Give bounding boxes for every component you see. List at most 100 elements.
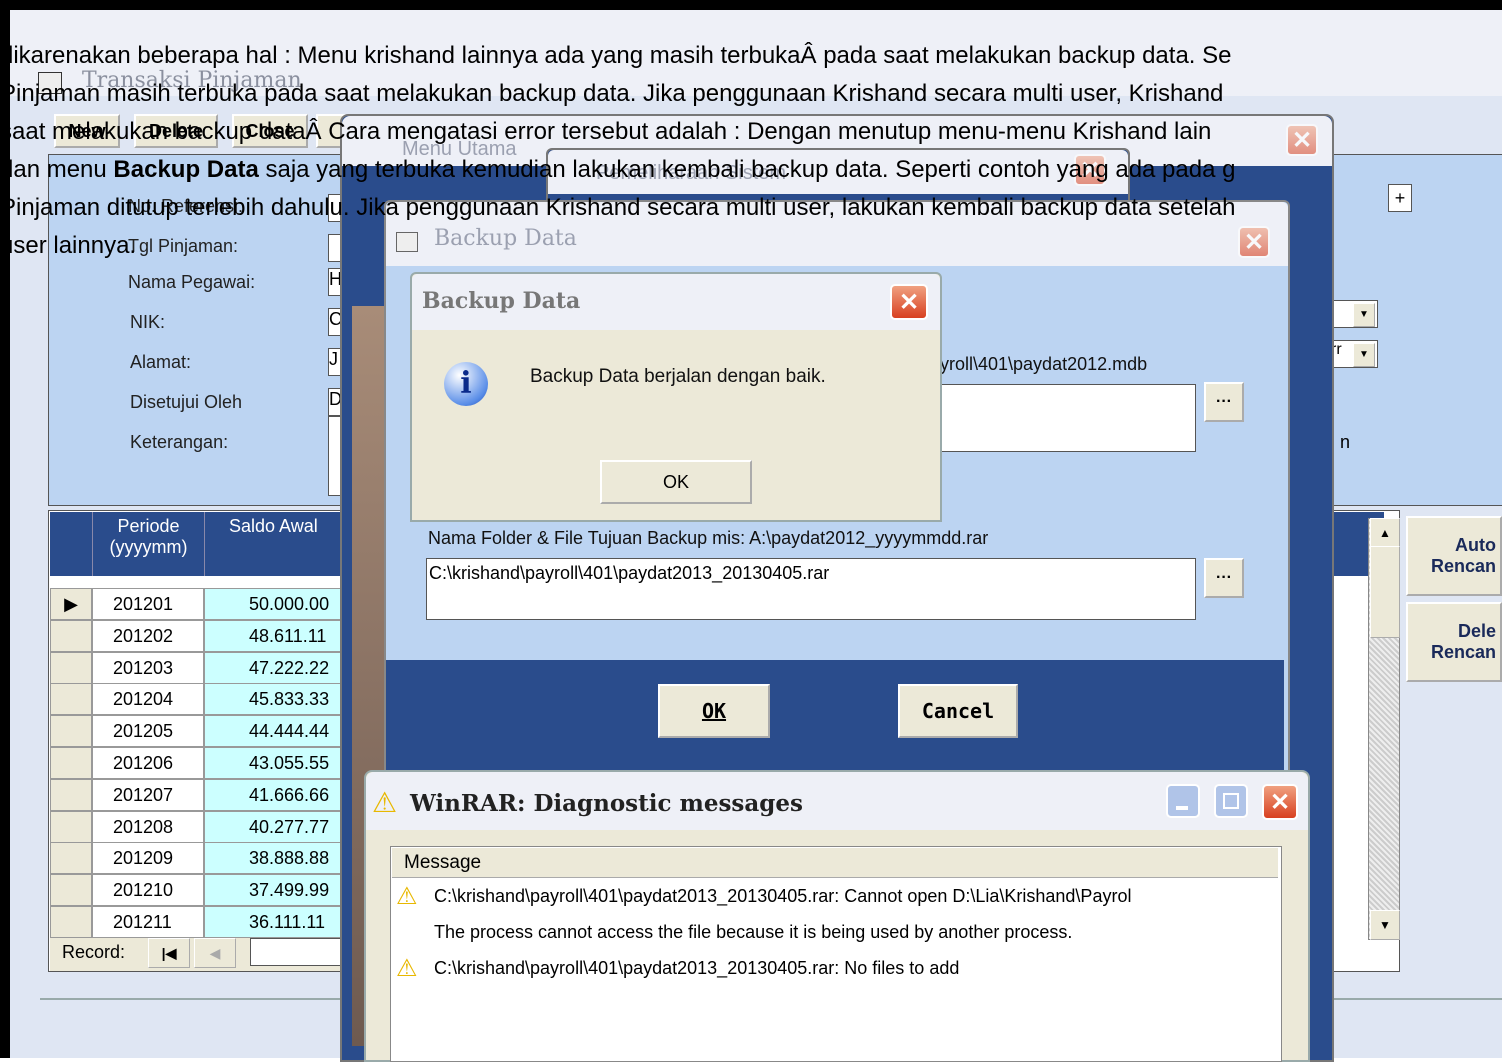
cell-saldo-awal[interactable]: 50.000.00: [204, 588, 350, 620]
chevron-down-icon: ▼: [1353, 343, 1375, 367]
cell-saldo-awal[interactable]: 44.444.44: [204, 715, 350, 748]
cell-saldo-awal[interactable]: 41.666.66: [204, 778, 350, 811]
row-selector[interactable]: [50, 747, 92, 779]
row-selector[interactable]: [50, 810, 92, 843]
cell-periode[interactable]: 201201: [92, 588, 204, 620]
cell-saldo-awal[interactable]: 37.499.99: [204, 874, 350, 907]
backup-cancel-button[interactable]: Cancel: [898, 684, 1018, 738]
table-row[interactable]: 201204 45.833.33: [50, 683, 350, 716]
table-row[interactable]: 201205 44.444.44: [50, 715, 350, 748]
warning-icon: ⚠: [372, 787, 398, 818]
row-selector[interactable]: [50, 778, 92, 811]
table-row[interactable]: 201208 40.277.77: [50, 810, 350, 843]
right-combo-1[interactable]: ▼: [1330, 300, 1378, 328]
right-combo-2[interactable]: rr ▼: [1330, 340, 1378, 368]
close-button[interactable]: Close: [232, 114, 308, 148]
row-selector[interactable]: [50, 651, 92, 684]
minimize-icon[interactable]: [1166, 784, 1200, 818]
cell-periode[interactable]: 201205: [92, 715, 204, 748]
message-list: [390, 846, 1282, 1062]
delete-rencana-button[interactable]: Dele Rencan: [1406, 602, 1502, 682]
backup-window-close-icon[interactable]: ✕: [1238, 226, 1270, 258]
message-column-header[interactable]: Message: [392, 848, 1278, 878]
first-record-icon[interactable]: |◀: [148, 938, 190, 968]
table-row[interactable]: 201207 41.666.66: [50, 778, 350, 811]
message-line-1: C:\krishand\payroll\401\paydat2013_20130…: [434, 886, 1132, 906]
scroll-thumb[interactable]: [1370, 546, 1400, 638]
form-icon: [38, 72, 62, 94]
scroll-down-arrow-icon[interactable]: ▼: [1370, 910, 1400, 940]
table-row[interactable]: 201209 38.888.88: [50, 842, 350, 875]
msgbox-close-icon[interactable]: ✕: [890, 284, 928, 320]
cell-saldo-awal[interactable]: 47.222.22: [204, 651, 350, 684]
browse-source-button[interactable]: ···: [1204, 382, 1244, 422]
cell-saldo-awal[interactable]: 43.055.55: [204, 747, 350, 779]
dest-label: Nama Folder & File Tujuan Backup mis: A:…: [428, 528, 989, 548]
maximize-icon[interactable]: [1214, 784, 1248, 818]
label-no-referensi: No. Referensi:: [128, 196, 244, 216]
grid-header-periode[interactable]: Periode (yyyymm): [92, 512, 204, 576]
cell-periode[interactable]: 201206: [92, 747, 204, 779]
cell-periode[interactable]: 201202: [92, 619, 204, 652]
table-row[interactable]: 201206 43.055.55: [50, 747, 350, 779]
minimize-glyph-icon: [1176, 806, 1188, 810]
msgbox-ok-button[interactable]: OK: [600, 460, 752, 504]
label-disetujui-oleh: Disetujui Oleh: [130, 392, 243, 412]
cell-periode[interactable]: 201204: [92, 683, 204, 716]
scroll-up-arrow-icon[interactable]: ▲: [1370, 518, 1400, 548]
table-row[interactable]: 201202 48.611.11: [50, 619, 350, 652]
table-row[interactable]: ▶ 201201 50.000.00: [50, 588, 350, 620]
cell-periode[interactable]: 201211: [92, 906, 204, 938]
cell-saldo-awal[interactable]: 38.888.88: [204, 842, 350, 875]
row-selector[interactable]: [50, 906, 92, 938]
table-row[interactable]: 201210 37.499.99: [50, 874, 350, 907]
transaksi-title: Transaksi Pinjaman: [82, 68, 302, 93]
label-keterangan: Keterangan:: [130, 432, 229, 452]
backup-window-icon: [396, 232, 418, 252]
row-selector[interactable]: [50, 874, 92, 907]
grid-header-selector: [50, 512, 92, 576]
cell-saldo-awal[interactable]: 48.611.11: [204, 619, 350, 652]
label-tgl-pinjaman: Tgl Pinjaman:: [128, 236, 239, 256]
warning-icon: ⚠: [396, 883, 418, 910]
table-row[interactable]: 201203 47.222.22: [50, 651, 350, 684]
cell-periode[interactable]: 201208: [92, 810, 204, 843]
cell-periode[interactable]: 201209: [92, 842, 204, 875]
backup-window-title: Backup Data: [434, 226, 577, 251]
msgbox-title: Backup Data: [422, 288, 581, 314]
row-selector[interactable]: [50, 683, 92, 716]
source-path-text: yroll\401\paydat2012.mdb: [940, 354, 1148, 374]
current-record-arrow-icon[interactable]: ▶: [50, 588, 92, 620]
backup-ok-button[interactable]: OK: [658, 684, 770, 738]
cell-periode[interactable]: 201203: [92, 651, 204, 684]
source-path-field[interactable]: [940, 384, 1196, 452]
row-selector[interactable]: [50, 715, 92, 748]
cell-periode[interactable]: 201207: [92, 778, 204, 811]
cell-periode[interactable]: 201210: [92, 874, 204, 907]
new-button[interactable]: New: [54, 114, 120, 148]
browse-dest-button[interactable]: ···: [1204, 558, 1244, 598]
expand-plus-button[interactable]: +: [1388, 184, 1412, 212]
warning-icon: ⚠: [396, 955, 418, 982]
delete-button[interactable]: Delete: [134, 114, 218, 148]
label-nik: NIK:: [130, 312, 166, 332]
backup-button-bar: [386, 660, 1284, 770]
row-selector[interactable]: [50, 619, 92, 652]
table-row[interactable]: 201211 36.111.11: [50, 906, 350, 938]
cell-saldo-awal[interactable]: 40.277.77: [204, 810, 350, 843]
prev-record-icon[interactable]: ◀: [194, 938, 236, 968]
cell-saldo-awal[interactable]: 36.111.11: [204, 906, 350, 938]
msgbox-message: Backup Data berjalan dengan baik.: [530, 366, 826, 387]
message-line-3: C:\krishand\payroll\401\paydat2013_20130…: [434, 958, 960, 978]
pemeliharaan-close-icon[interactable]: ✕: [1074, 154, 1106, 186]
message-line-2: The process cannot access the file becau…: [434, 922, 1073, 942]
winrar-close-icon[interactable]: ✕: [1262, 784, 1298, 820]
cell-saldo-awal[interactable]: 45.833.33: [204, 683, 350, 716]
row-selector[interactable]: [50, 842, 92, 875]
info-icon: i: [444, 362, 488, 406]
chevron-down-icon: ▼: [1353, 303, 1375, 327]
auto-rencana-button[interactable]: Auto Rencan: [1406, 516, 1502, 596]
record-label: Record:: [62, 942, 126, 962]
dest-path-field[interactable]: C:\krishand\payroll\401\paydat2013_20130…: [426, 558, 1196, 620]
menu-utama-close-icon[interactable]: ✕: [1286, 124, 1318, 156]
